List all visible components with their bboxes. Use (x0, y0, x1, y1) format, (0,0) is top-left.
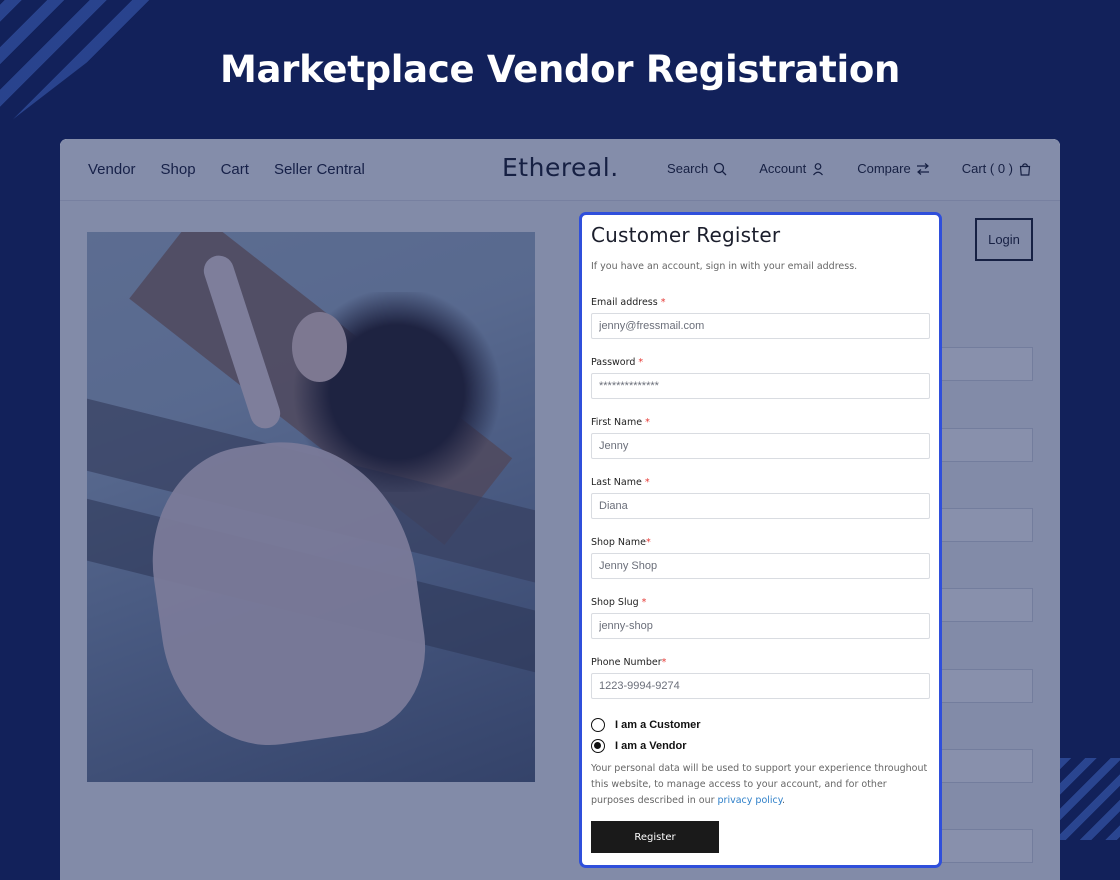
customer-radio[interactable] (591, 718, 605, 732)
shop-slug-input[interactable] (591, 613, 930, 639)
last-name-field-group: Last Name * (591, 477, 930, 519)
form-subtitle: If you have an account, sign in with you… (591, 261, 858, 272)
first-name-input[interactable] (591, 433, 930, 459)
password-label: Password * (591, 357, 644, 368)
email-input[interactable] (591, 313, 930, 339)
shop-name-label: Shop Name* (591, 537, 651, 548)
register-button[interactable]: Register (591, 821, 719, 853)
shop-slug-label: Shop Slug * (591, 597, 647, 608)
privacy-end: . (782, 795, 786, 806)
privacy-notice: Your personal data will be used to suppo… (591, 761, 930, 809)
last-name-label: Last Name * (591, 477, 650, 488)
shop-slug-field-group: Shop Slug * (591, 597, 930, 639)
shop-name-input[interactable] (591, 553, 930, 579)
first-name-label: First Name * (591, 417, 650, 428)
privacy-policy-link[interactable]: privacy policy (718, 795, 783, 806)
last-name-input[interactable] (591, 493, 930, 519)
vendor-radio[interactable] (591, 739, 605, 753)
register-form-card: Customer Register If you have an account… (579, 212, 942, 868)
vendor-radio-label: I am a Vendor (615, 740, 687, 752)
shop-name-field-group: Shop Name* (591, 537, 930, 579)
customer-radio-row[interactable]: I am a Customer (591, 718, 930, 732)
email-label: Email address * (591, 297, 666, 308)
page-heading: Marketplace Vendor Registration (219, 48, 901, 91)
email-field-group: Email address * (591, 297, 930, 339)
phone-field-group: Phone Number* (591, 657, 930, 699)
first-name-field-group: First Name * (591, 417, 930, 459)
form-title: Customer Register (591, 223, 781, 247)
phone-label: Phone Number* (591, 657, 667, 668)
decorative-stripes-bottom-right (1060, 758, 1120, 840)
vendor-radio-row[interactable]: I am a Vendor (591, 739, 930, 753)
customer-radio-label: I am a Customer (615, 719, 701, 731)
phone-input[interactable] (591, 673, 930, 699)
password-input[interactable] (591, 373, 930, 399)
password-field-group: Password * (591, 357, 930, 399)
